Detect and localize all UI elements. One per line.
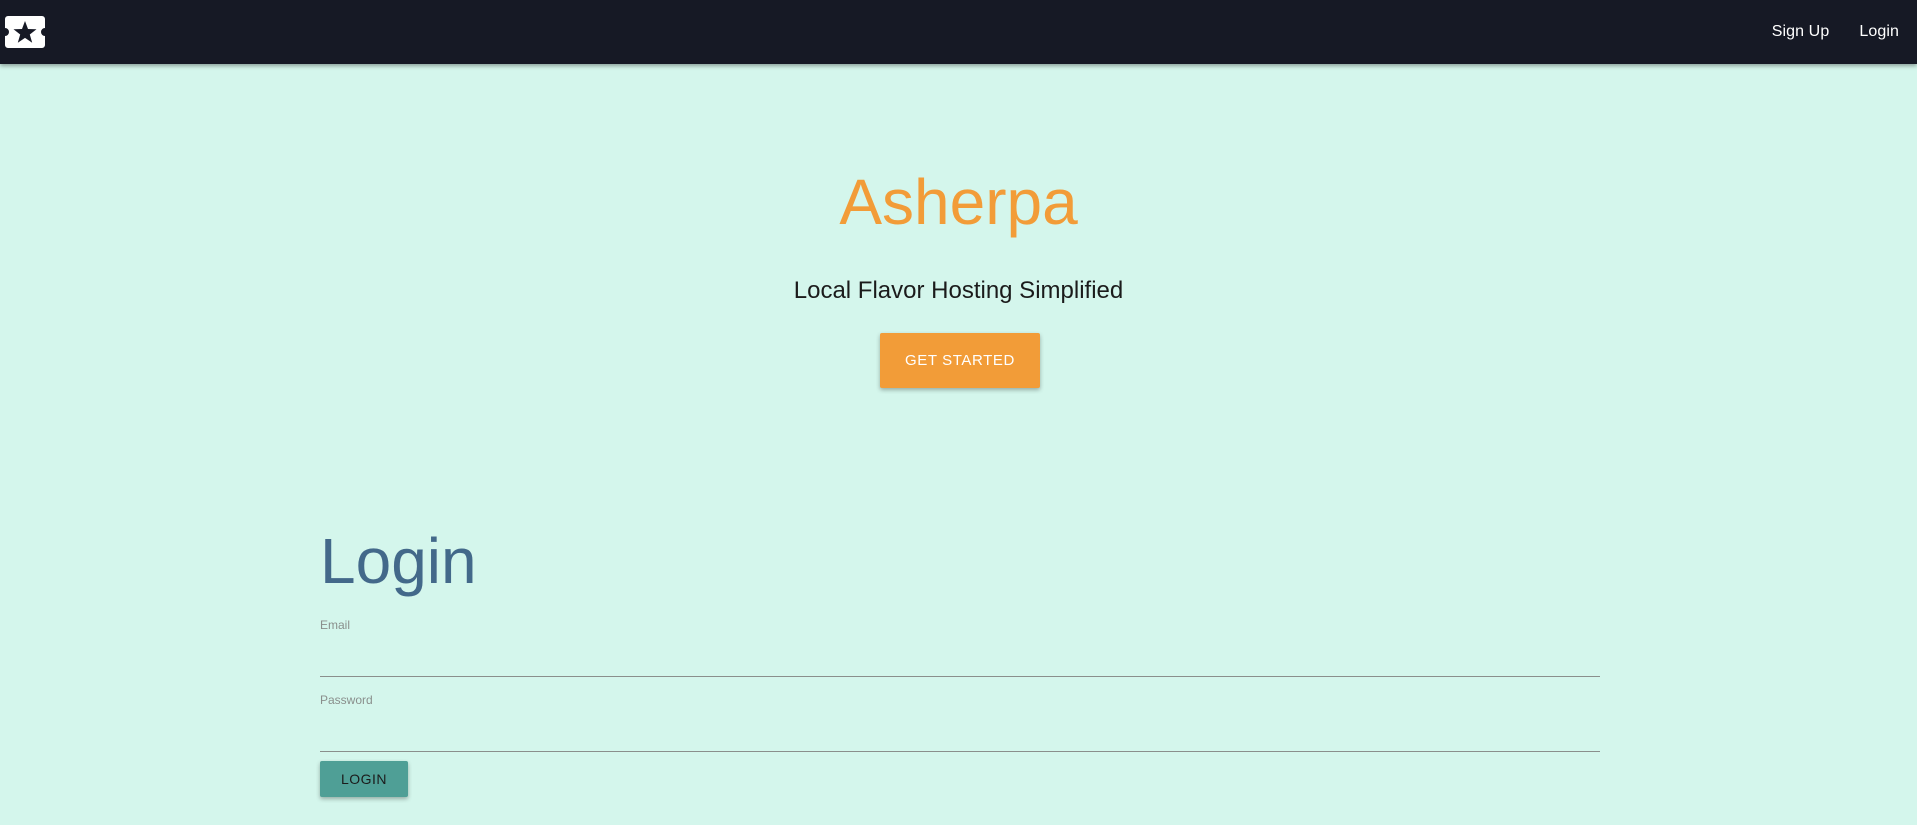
password-field-group: Password — [320, 683, 1600, 758]
login-heading: Login — [320, 525, 477, 597]
password-field[interactable] — [320, 713, 1600, 752]
nav-signup-link[interactable]: Sign Up — [1772, 23, 1830, 41]
get-started-button[interactable]: GET STARTED — [880, 333, 1040, 388]
login-submit-button[interactable]: LOGIN — [320, 761, 408, 797]
login-form: Login Email Password LOGIN — [320, 518, 1600, 797]
brand-title: Asherpa — [839, 166, 1078, 238]
email-label: Email — [320, 618, 351, 632]
top-navbar: Sign Up Login — [0, 0, 1917, 64]
ticket-star-icon[interactable] — [4, 15, 46, 49]
nav-links: Sign Up Login — [1772, 23, 1899, 41]
email-field[interactable] — [320, 638, 1600, 677]
email-field-group: Email — [320, 608, 1600, 683]
nav-login-link[interactable]: Login — [1859, 23, 1899, 41]
hero-tagline: Local Flavor Hosting Simplified — [793, 277, 1124, 304]
password-label: Password — [320, 693, 373, 707]
